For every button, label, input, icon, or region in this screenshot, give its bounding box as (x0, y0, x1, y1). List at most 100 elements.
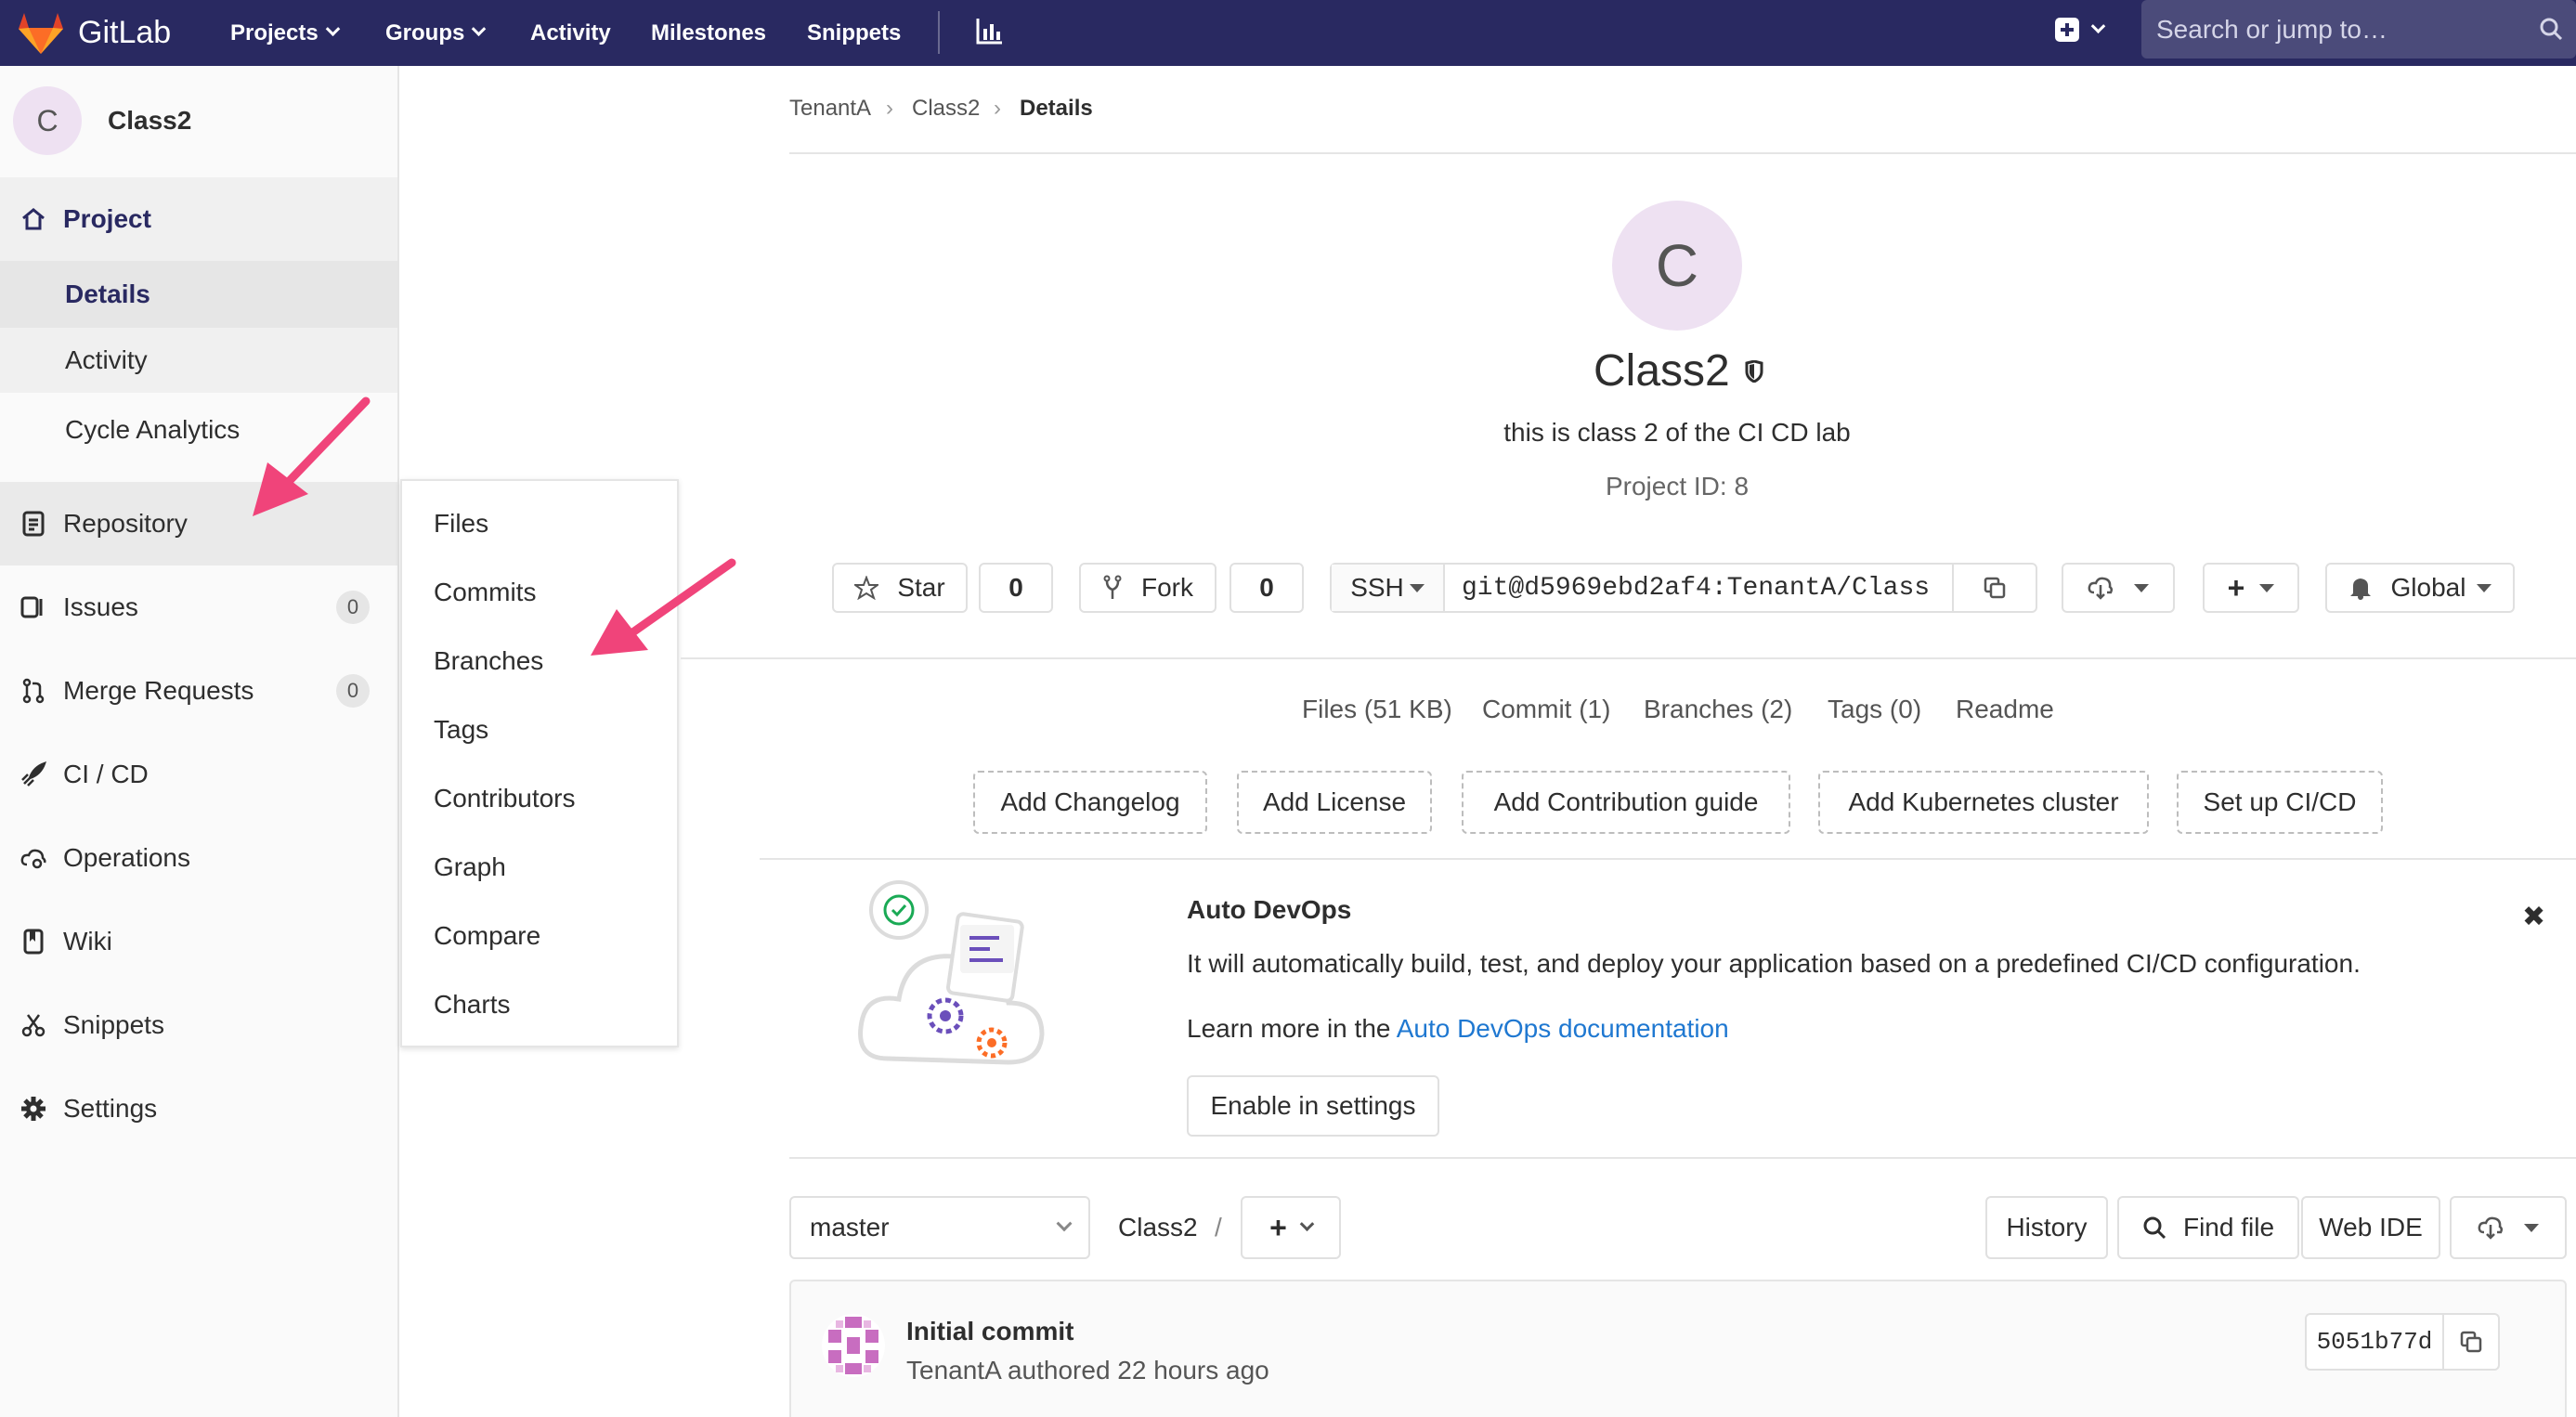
stat-files[interactable]: Files (51 KB) (1302, 695, 1452, 724)
chevron-down-icon (1299, 1216, 1315, 1231)
sidebar-project-header[interactable]: C Class2 (13, 86, 191, 155)
search-input[interactable]: Search or jump to… (2141, 0, 2576, 58)
add-contribution-guide-button[interactable]: Add Contribution guide (1462, 771, 1790, 834)
sidebar-item-project[interactable]: Project (0, 177, 397, 261)
sidebar-item-label: Merge Requests (63, 676, 254, 705)
history-button[interactable]: History (1985, 1196, 2108, 1259)
sidebar-item-ci-cd[interactable]: CI / CD (0, 733, 397, 816)
star-count[interactable]: 0 (979, 563, 1053, 613)
cloud-download-icon (2478, 1216, 2504, 1240)
find-file-button[interactable]: Find file (2117, 1196, 2299, 1259)
find-file-label: Find file (2182, 1213, 2275, 1242)
fork-button[interactable]: Fork (1079, 563, 1216, 613)
gear-icon (19, 1096, 48, 1122)
flyout-item-compare[interactable]: Compare (434, 921, 540, 951)
flyout-item-charts[interactable]: Charts (434, 990, 510, 1020)
breadcrumb-divider (789, 152, 2576, 154)
add-license-button[interactable]: Add License (1237, 771, 1432, 834)
last-commit-panel (789, 1280, 2567, 1417)
commit-title[interactable]: Initial commit (906, 1317, 1073, 1346)
project-id: Project ID: 8 (1605, 472, 1750, 500)
chevron-down-icon (325, 21, 340, 37)
flyout-item-graph[interactable]: Graph (434, 852, 506, 882)
add-to-tree-dropdown[interactable]: + (1241, 1196, 1341, 1259)
sidebar-item-issues[interactable]: Issues 0 (0, 566, 397, 649)
nav-groups[interactable]: Groups (385, 0, 487, 66)
breadcrumb-tenanta[interactable]: TenantA (789, 96, 871, 122)
stat-tags[interactable]: Tags (0) (1828, 695, 1921, 724)
copy-sha-button[interactable] (2442, 1313, 2500, 1371)
star-label: Star (897, 573, 945, 602)
stat-readme[interactable]: Readme (1956, 695, 2054, 724)
chevron-down-icon (472, 21, 487, 37)
cloud-download-icon (2088, 577, 2114, 600)
sidebar-item-merge-requests[interactable]: Merge Requests 0 (0, 649, 397, 733)
clone-url-field[interactable]: git@d5969ebd2af4:TenantA/Class (1445, 565, 1952, 611)
clone-url-group: SSH git@d5969ebd2af4:TenantA/Class (1330, 563, 2037, 613)
enable-in-settings-button[interactable]: Enable in settings (1187, 1075, 1439, 1137)
autodevops-docs-link[interactable]: Auto DevOps documentation (1397, 1014, 1729, 1043)
nav-snippets[interactable]: Snippets (807, 0, 901, 66)
nav-milestones-label: Milestones (651, 20, 767, 46)
notification-dropdown[interactable]: Global (2325, 563, 2515, 613)
sidebar-item-label: Operations (63, 843, 190, 872)
nav-milestones[interactable]: Milestones (651, 0, 766, 66)
chevron-down-icon (2090, 18, 2106, 33)
add-changelog-button[interactable]: Add Changelog (973, 771, 1207, 834)
sidebar-item-label: Wiki (63, 927, 112, 956)
breadcrumb-details: Details (1020, 96, 1093, 121)
web-ide-button[interactable]: Web IDE (2301, 1196, 2440, 1259)
star-button[interactable]: Star (832, 563, 968, 613)
close-icon[interactable]: ✖ (2522, 901, 2545, 933)
project-avatar-large: C (1612, 201, 1742, 331)
project-title: Class2 (1594, 345, 1763, 396)
sidebar-item-snippets[interactable]: Snippets (0, 983, 397, 1067)
add-dropdown[interactable]: + (2203, 563, 2299, 613)
commit-sha[interactable]: 5051b77d (2305, 1313, 2444, 1371)
flyout-item-commits[interactable]: Commits (434, 578, 536, 607)
copy-url-button[interactable] (1952, 565, 2036, 611)
commit-author-avatar[interactable] (821, 1313, 886, 1378)
set-up-ci-cd-button[interactable]: Set up CI/CD (2177, 771, 2383, 834)
project-description: this is class 2 of the CI CD lab (1503, 418, 1851, 447)
clone-protocol-dropdown[interactable]: SSH (1332, 565, 1445, 611)
flyout-item-contributors[interactable]: Contributors (434, 784, 576, 813)
sidebar-item-details[interactable]: Details (0, 261, 397, 328)
repo-path[interactable]: Class2 (1118, 1213, 1198, 1242)
nav-activity[interactable]: Activity (530, 0, 611, 66)
merge-requests-count-badge: 0 (336, 674, 370, 708)
sidebar-item-wiki[interactable]: Wiki (0, 900, 397, 983)
merge-icon (19, 678, 48, 704)
fork-count[interactable]: 0 (1229, 563, 1304, 613)
nav-snippets-label: Snippets (807, 20, 902, 46)
sidebar-item-label: Settings (63, 1094, 158, 1123)
sidebar-item-label: Snippets (63, 1010, 164, 1039)
sidebar-item-settings[interactable]: Settings (0, 1067, 397, 1150)
search-icon (2143, 1216, 2166, 1240)
copy-icon (1984, 577, 2006, 599)
sidebar-item-activity[interactable]: Activity (0, 328, 397, 393)
learn-more-prefix: Learn more in the (1187, 1014, 1397, 1043)
branch-select[interactable]: master (789, 1196, 1090, 1259)
download-dropdown[interactable] (2062, 563, 2175, 613)
add-kubernetes-cluster-button[interactable]: Add Kubernetes cluster (1818, 771, 2149, 834)
sidebar-item-label: Project (63, 204, 151, 233)
sidebar-item-operations[interactable]: Operations (0, 816, 397, 900)
stat-branches[interactable]: Branches (2) (1644, 695, 1792, 724)
gitlab-logo-icon (19, 12, 63, 54)
flyout-item-files[interactable]: Files (434, 509, 488, 539)
download-dropdown[interactable] (2450, 1196, 2567, 1259)
flyout-item-tags[interactable]: Tags (434, 715, 488, 745)
chart-icon[interactable] (975, 16, 1005, 50)
commit-meta: TenantA authored 22 hours ago (906, 1356, 1269, 1384)
cloud-gear-icon (19, 846, 48, 870)
flyout-item-branches[interactable]: Branches (434, 646, 543, 676)
breadcrumb-class2[interactable]: Class2 (912, 96, 980, 122)
autodevops-bottom-border (789, 1157, 2576, 1159)
stat-commits[interactable]: Commit (1) (1482, 695, 1610, 724)
branch-name: master (810, 1213, 890, 1242)
nav-projects[interactable]: Projects (230, 0, 340, 66)
gitlab-brand[interactable]: GitLab (19, 0, 171, 66)
autodevops-title: Auto DevOps (1187, 895, 1352, 924)
new-item-dropdown[interactable] (2054, 17, 2106, 43)
